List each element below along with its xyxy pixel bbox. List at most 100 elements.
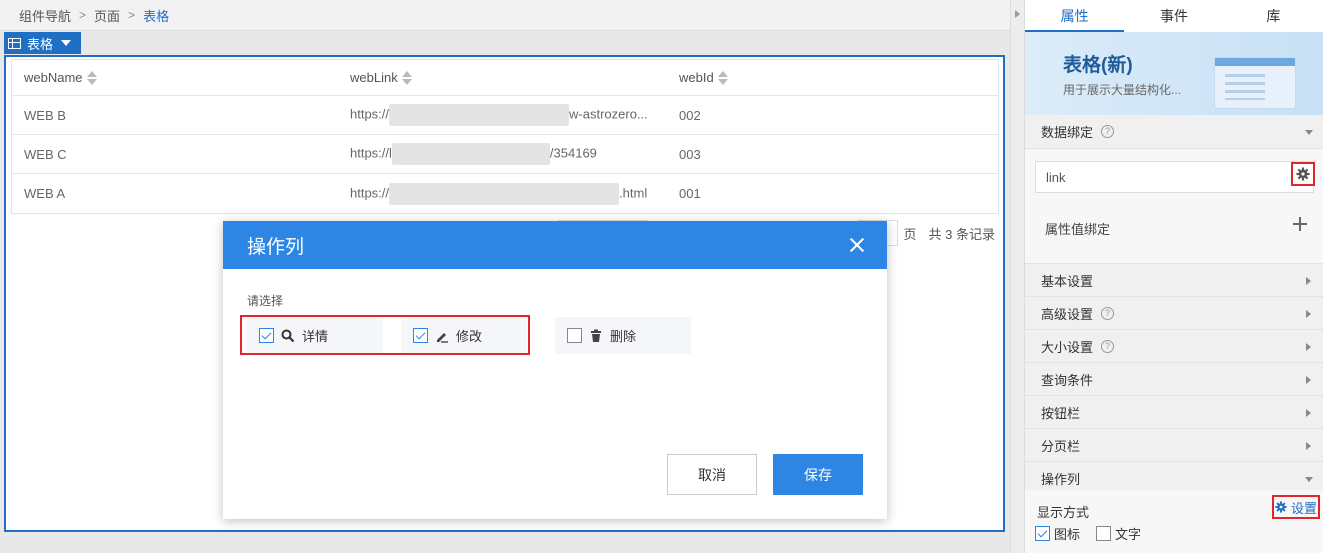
cell-webname: WEB B	[24, 107, 66, 123]
column-header-weblink[interactable]: webLink	[338, 70, 667, 86]
save-button[interactable]: 保存	[773, 454, 863, 495]
breadcrumb-item-nav[interactable]: 组件导航	[19, 6, 71, 25]
cell-webid: 002	[679, 107, 701, 123]
column-header-label: webId	[679, 69, 714, 85]
cell-weblink: https:// w-astrozero...	[338, 104, 667, 126]
gear-icon	[1296, 167, 1310, 181]
table-row[interactable]: WEB B https:// w-astrozero... 002	[12, 96, 998, 135]
gear-icon	[1275, 501, 1287, 513]
link-end: w-astrozero...	[569, 106, 648, 122]
tab-events[interactable]: 事件	[1124, 0, 1223, 32]
section-query[interactable]: 查询条件	[1025, 363, 1323, 396]
binding-settings-button[interactable]	[1291, 162, 1315, 186]
help-icon[interactable]: ?	[1101, 339, 1115, 353]
cell-webname: WEB A	[24, 186, 66, 201]
page-suffix: 页	[903, 226, 917, 242]
section-size[interactable]: 大小设置?	[1025, 330, 1323, 363]
link-start: https://	[350, 184, 390, 200]
display-icon-checkbox[interactable]	[1035, 526, 1050, 541]
dialog-header: 操作列	[223, 221, 887, 269]
display-text-label: 文字	[1115, 527, 1142, 542]
chevron-right-icon	[1306, 442, 1311, 450]
redacted-block	[389, 182, 620, 205]
data-table: webName webLink webId WEB B https:// w-as…	[11, 59, 999, 214]
chevron-right-icon	[1306, 310, 1311, 318]
section-label: 基本设置	[1041, 273, 1094, 289]
display-mode-options: 图标 文字	[1035, 524, 1157, 543]
cell-webid: 001	[679, 186, 701, 201]
dialog-prompt: 请选择	[247, 294, 284, 308]
display-mode-area: 显示方式 设置 图标 文字	[1025, 490, 1323, 553]
binding-field[interactable]: link	[1035, 161, 1314, 193]
table-row[interactable]: WEB C https://l/354169 003	[12, 135, 998, 174]
chevron-right-icon	[1015, 10, 1020, 18]
chevron-right-icon	[1306, 409, 1311, 417]
help-icon[interactable]: ?	[1101, 306, 1115, 320]
section-button-bar[interactable]: 按钮栏	[1025, 396, 1323, 429]
option-delete-label: 删除	[610, 329, 637, 344]
breadcrumb-item-page[interactable]: 页面	[94, 6, 120, 25]
dialog-title: 操作列	[247, 236, 305, 258]
link-end: .html	[619, 184, 648, 200]
section-pagination[interactable]: 分页栏	[1025, 429, 1323, 462]
section-label: 高级设置	[1041, 306, 1094, 322]
action-column-dialog: 操作列 请选择 详情 修改 删除 取消 保存	[223, 221, 887, 519]
component-tag-label: 表格	[27, 36, 54, 52]
section-data-binding[interactable]: 数据绑定 ?	[1025, 115, 1323, 149]
section-label: 数据绑定	[1041, 125, 1094, 140]
highlight-box	[240, 315, 530, 355]
settings-label: 设置	[1290, 500, 1317, 516]
sort-icon[interactable]	[717, 71, 728, 86]
breadcrumb-item-current: 表格	[143, 8, 170, 24]
chevron-down-icon	[1305, 477, 1313, 482]
sort-icon[interactable]	[86, 71, 97, 86]
section-label: 按钮栏	[1041, 405, 1081, 421]
sort-icon[interactable]	[401, 71, 412, 86]
help-icon[interactable]: ?	[1101, 125, 1115, 138]
chevron-right-icon	[1306, 343, 1311, 351]
chevron-right-icon	[1306, 277, 1311, 285]
cell-weblink: https:// .html	[338, 182, 667, 205]
section-label: 分页栏	[1041, 438, 1081, 454]
tab-properties[interactable]: 属性	[1025, 0, 1125, 32]
table-illustration-icon	[1215, 58, 1295, 108]
tab-library[interactable]: 库	[1224, 0, 1323, 32]
link-start: https://l	[350, 145, 392, 161]
add-icon[interactable]	[1293, 217, 1307, 231]
option-delete[interactable]: 删除	[555, 317, 691, 354]
display-text-checkbox[interactable]	[1096, 526, 1112, 541]
column-header-webname[interactable]: webName	[12, 70, 338, 86]
section-basic[interactable]: 基本设置	[1025, 264, 1323, 297]
section-label: 大小设置	[1041, 339, 1094, 355]
component-tag[interactable]: 表格	[4, 32, 81, 54]
display-mode-label: 显示方式	[1037, 505, 1090, 520]
display-icon-label: 图标	[1054, 527, 1081, 542]
table-header-row: webName webLink webId	[12, 60, 998, 96]
cell-weblink: https://l/354169	[338, 143, 667, 165]
attr-binding-label: 属性值绑定	[1045, 222, 1111, 237]
cancel-button[interactable]: 取消	[667, 454, 757, 495]
redacted-block	[389, 104, 570, 126]
total-records: 共 3 条记录	[928, 226, 995, 242]
section-label: 操作列	[1041, 471, 1081, 487]
caret-down-icon[interactable]	[61, 40, 72, 46]
link-start: https://	[350, 106, 390, 122]
chevron-right-icon: >	[79, 8, 87, 22]
column-header-label: webName	[24, 69, 83, 85]
link-end: /354169	[549, 145, 597, 161]
chevron-right-icon: >	[128, 8, 136, 22]
chevron-down-icon	[1305, 130, 1313, 135]
panel-collapse-handle[interactable]	[1010, 0, 1024, 553]
action-column-settings-button[interactable]: 设置	[1272, 495, 1320, 519]
option-delete-checkbox[interactable]	[567, 328, 582, 343]
section-label: 查询条件	[1041, 372, 1094, 388]
column-header-webid[interactable]: webId	[667, 70, 998, 86]
cell-webid: 003	[679, 146, 701, 162]
data-binding-body: link 属性值绑定	[1025, 149, 1323, 264]
table-icon	[8, 37, 21, 49]
breadcrumb: 组件导航 > 页面 > 表格	[0, 0, 1010, 31]
section-advanced[interactable]: 高级设置?	[1025, 297, 1323, 330]
component-banner: 表格(新) 用于展示大量结构化...	[1025, 32, 1323, 115]
table-row[interactable]: WEB A https:// .html 001	[12, 174, 998, 213]
close-icon[interactable]	[849, 237, 865, 253]
